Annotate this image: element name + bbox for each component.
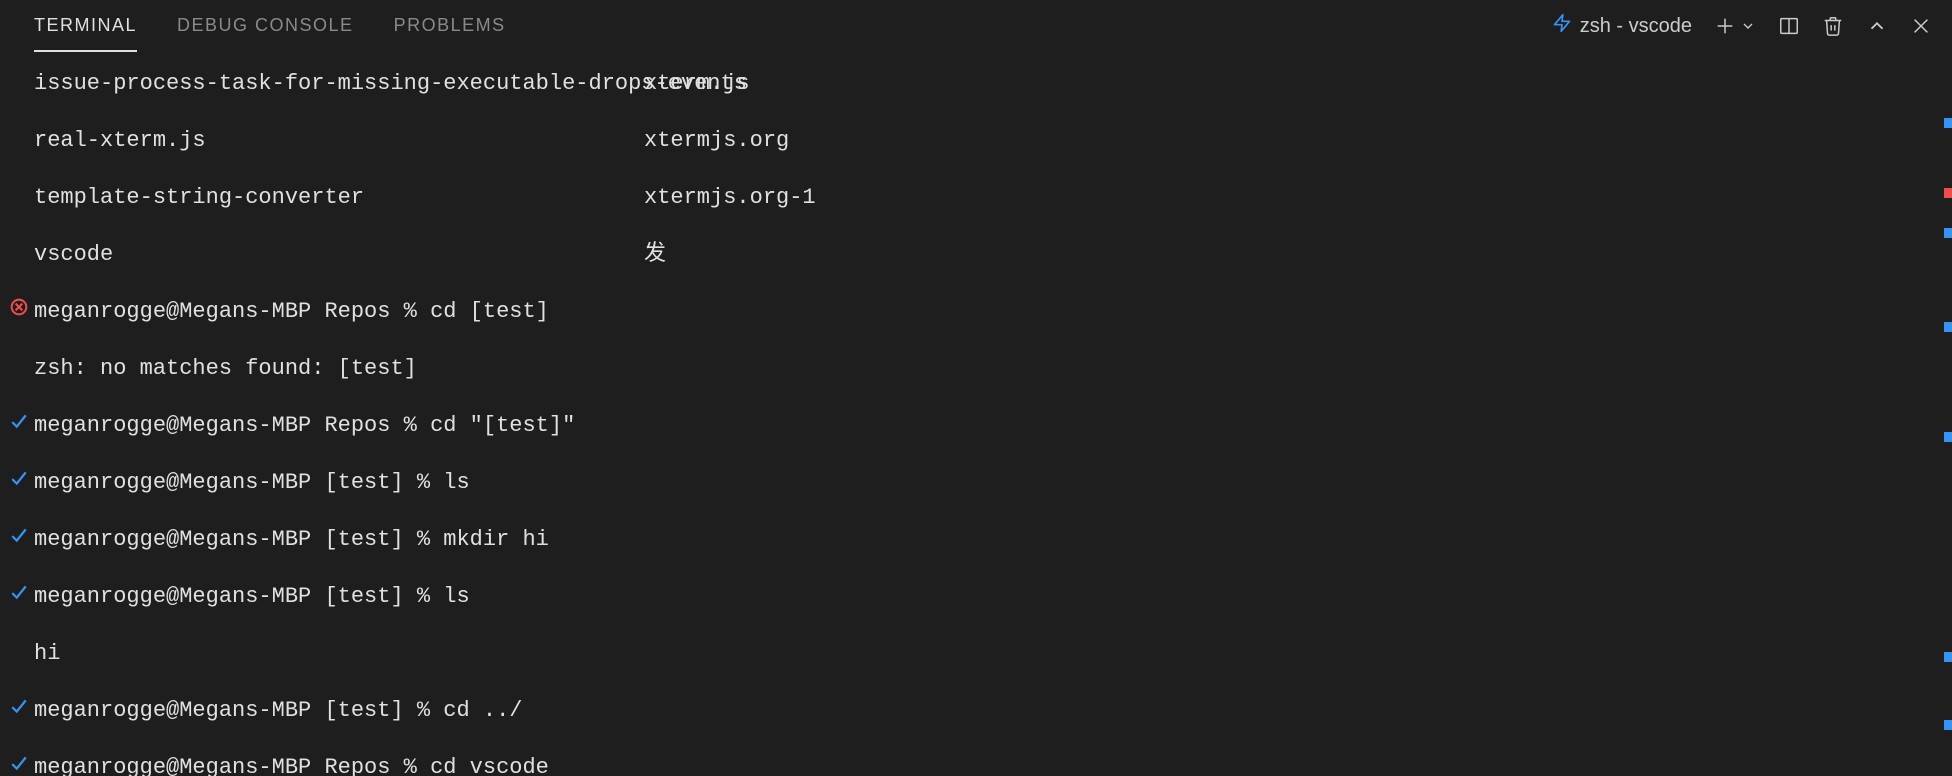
new-terminal-dropdown[interactable] bbox=[1740, 18, 1756, 34]
ls-repos-cell: xterm.js bbox=[644, 70, 750, 99]
ls-repos-cell: vscode bbox=[34, 241, 644, 270]
ls-repos-cell: issue-process-task-for-missing-executabl… bbox=[34, 70, 644, 99]
overview-ruler-mark[interactable] bbox=[1944, 720, 1952, 730]
terminal-prompt-line: meganrogge@Megans-MBP [test] % cd ../ bbox=[34, 697, 522, 726]
panel-header-actions: zsh - vscode bbox=[1552, 13, 1932, 39]
overview-ruler-mark[interactable] bbox=[1944, 228, 1952, 238]
close-panel-button[interactable] bbox=[1910, 15, 1932, 37]
command-status-success-icon[interactable] bbox=[10, 526, 30, 544]
command-status-success-icon[interactable] bbox=[10, 583, 30, 601]
terminal-output-line: zsh: no matches found: [test] bbox=[34, 355, 417, 384]
split-terminal-button[interactable] bbox=[1778, 15, 1800, 37]
terminal-prompt-line: meganrogge@Megans-MBP Repos % cd vscode bbox=[34, 754, 549, 776]
tab-debug-console[interactable]: DEBUG CONSOLE bbox=[177, 0, 354, 52]
panel-header: TERMINAL DEBUG CONSOLE PROBLEMS zsh - vs… bbox=[0, 0, 1952, 52]
terminal-overview-ruler[interactable] bbox=[1944, 52, 1952, 776]
command-status-error-icon[interactable] bbox=[10, 298, 30, 316]
panel-tabs: TERMINAL DEBUG CONSOLE PROBLEMS bbox=[34, 0, 506, 52]
terminal-prompt-line: meganrogge@Megans-MBP Repos % cd "[test]… bbox=[34, 412, 575, 441]
ls-repos-cell: real-xterm.js bbox=[34, 127, 644, 156]
terminal-prompt-line: meganrogge@Megans-MBP [test] % mkdir hi bbox=[34, 526, 549, 555]
overview-ruler-mark[interactable] bbox=[1944, 652, 1952, 662]
terminal-output-line: hi bbox=[34, 640, 60, 669]
ls-repos-cell: template-string-converter bbox=[34, 184, 644, 213]
terminal-shell-indicator[interactable]: zsh - vscode bbox=[1552, 13, 1692, 39]
terminal-viewport[interactable]: issue-process-task-for-missing-executabl… bbox=[0, 52, 1952, 776]
terminal-prompt-line: meganrogge@Megans-MBP [test] % ls bbox=[34, 583, 470, 612]
overview-ruler-mark[interactable] bbox=[1944, 188, 1952, 198]
bolt-icon bbox=[1552, 13, 1572, 39]
overview-ruler-mark[interactable] bbox=[1944, 118, 1952, 128]
new-terminal-group bbox=[1714, 15, 1756, 37]
tab-problems[interactable]: PROBLEMS bbox=[394, 0, 506, 52]
terminal-prompt-line: meganrogge@Megans-MBP Repos % cd [test] bbox=[34, 298, 549, 327]
tab-terminal[interactable]: TERMINAL bbox=[34, 0, 137, 52]
terminal-output: issue-process-task-for-missing-executabl… bbox=[34, 70, 1952, 776]
ls-repos-cell: 发 bbox=[644, 241, 666, 270]
ls-repos-cell: xtermjs.org bbox=[644, 127, 789, 156]
overview-ruler-mark[interactable] bbox=[1944, 432, 1952, 442]
kill-terminal-button[interactable] bbox=[1822, 15, 1844, 37]
ls-repos-cell: xtermjs.org-1 bbox=[644, 184, 816, 213]
command-status-success-icon[interactable] bbox=[10, 412, 30, 430]
terminal-shell-label: zsh - vscode bbox=[1580, 15, 1692, 38]
command-status-success-icon[interactable] bbox=[10, 754, 30, 772]
maximize-panel-button[interactable] bbox=[1866, 15, 1888, 37]
new-terminal-button[interactable] bbox=[1714, 15, 1736, 37]
command-status-success-icon[interactable] bbox=[10, 469, 30, 487]
command-status-success-icon[interactable] bbox=[10, 697, 30, 715]
terminal-prompt-line: meganrogge@Megans-MBP [test] % ls bbox=[34, 469, 470, 498]
overview-ruler-mark[interactable] bbox=[1944, 322, 1952, 332]
